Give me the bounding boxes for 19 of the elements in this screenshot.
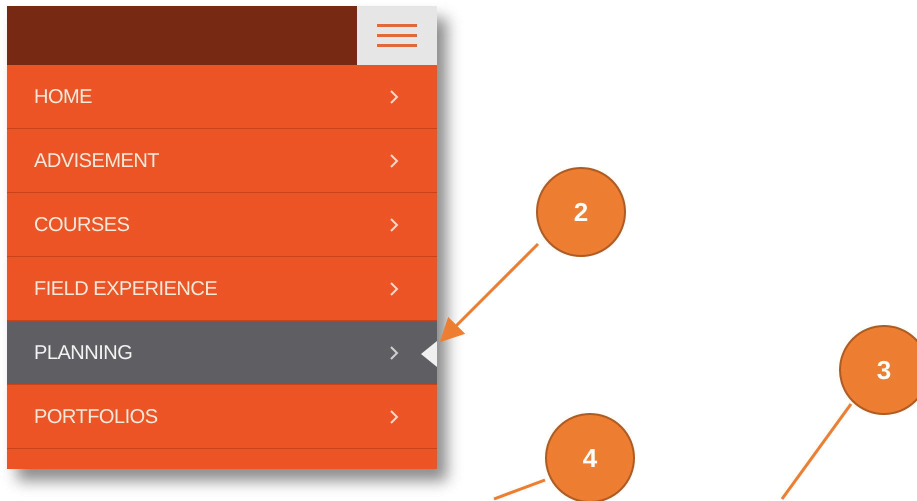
pointer-icon (421, 341, 437, 367)
chevron-right-icon (389, 216, 399, 232)
callout-badge: 3 (839, 325, 917, 415)
menu-button[interactable] (357, 6, 437, 65)
menu-item[interactable]: COURSES (7, 193, 437, 257)
chevron-right-icon (389, 88, 399, 104)
callout-badge: 4 (545, 413, 635, 501)
callout-badge: 2 (536, 167, 626, 257)
chevron-right-icon (389, 344, 399, 360)
menu-item[interactable]: PLANNING (7, 321, 437, 385)
menu-item[interactable]: ADVISEMENT (7, 129, 437, 193)
menu-item[interactable]: FIELD EXPERIENCE (7, 257, 437, 321)
chevron-right-icon (389, 152, 399, 168)
chevron-right-icon (389, 408, 399, 424)
leader-line (493, 478, 546, 500)
menu-item[interactable]: HOME (7, 65, 437, 129)
menu-item[interactable]: PORTFOLIOS (7, 385, 437, 449)
chevron-right-icon (389, 280, 399, 296)
menu-icon (377, 22, 417, 48)
